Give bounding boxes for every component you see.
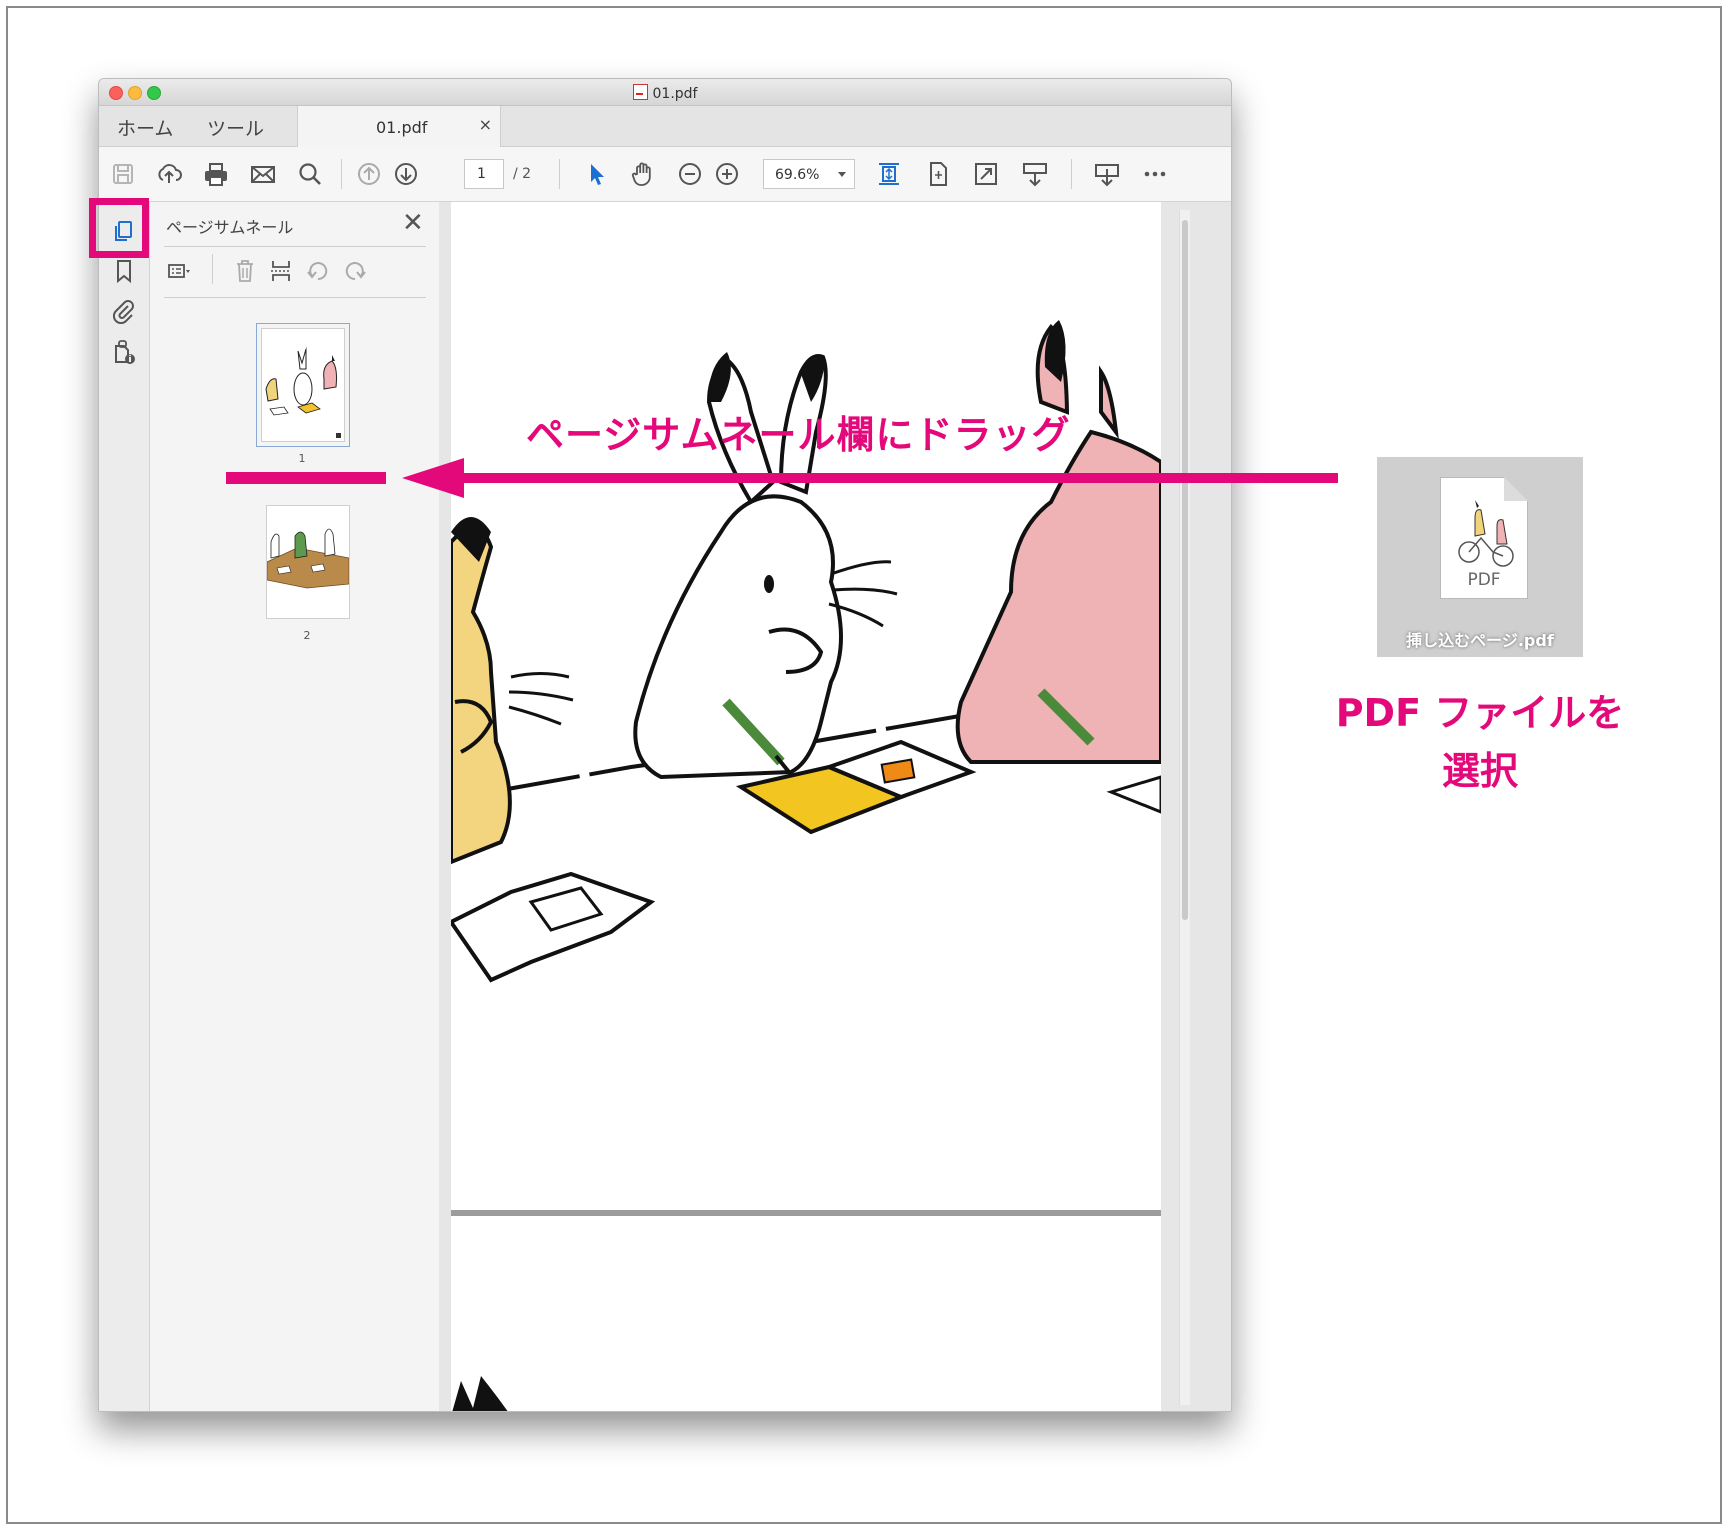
rotate-right-icon[interactable]	[342, 258, 368, 284]
page-number-input[interactable]: 1	[464, 159, 504, 189]
pdf-file-tile[interactable]: PDF 挿し込むページ.pdf	[1377, 457, 1583, 657]
acrobat-window: 01.pdf ホーム ツール 01.pdf × 1 / 2 69.6% ページサ…	[98, 78, 1232, 1412]
toolbar: 1 / 2 69.6%	[99, 147, 1231, 202]
window-title-text: 01.pdf	[652, 86, 698, 102]
next-page-icon[interactable]	[392, 160, 420, 188]
thumbnail-icon-highlight	[89, 198, 149, 258]
document-view	[451, 202, 1231, 1411]
hand-icon[interactable]	[629, 160, 657, 188]
thumbnail-options-icon[interactable]	[166, 258, 192, 284]
window-title: 01.pdf	[99, 84, 1231, 102]
save-icon[interactable]	[109, 160, 137, 188]
rotate-left-icon[interactable]	[305, 258, 331, 284]
chevron-down-icon	[838, 172, 846, 177]
close-panel-button[interactable]: ✕	[402, 210, 424, 236]
panel-splitter[interactable]	[439, 202, 451, 1411]
page-thumbnail-1[interactable]	[256, 323, 350, 447]
thumbnail-label-1: 1	[298, 452, 306, 465]
select-arrow-icon[interactable]	[583, 160, 611, 188]
navigation-rail	[99, 202, 150, 1411]
zoom-value: 69.6%	[775, 167, 820, 183]
mail-icon[interactable]	[249, 160, 277, 188]
page-thumbnail-2[interactable]	[266, 505, 350, 619]
insert-page-icon[interactable]	[268, 258, 294, 284]
panel-title: ページサムネール	[166, 218, 294, 237]
bookmark-icon[interactable]	[111, 258, 137, 284]
pdf-file-document-icon: PDF	[1440, 477, 1528, 599]
attachment-icon[interactable]	[111, 298, 137, 325]
tab-document[interactable]: 01.pdf ×	[297, 106, 501, 147]
scroll-mode-icon[interactable]	[1021, 160, 1049, 188]
select-instruction-line2: 選択	[1441, 749, 1518, 793]
file-type-label: PDF	[1467, 570, 1501, 590]
document-page-2	[451, 1216, 1161, 1411]
tab-document-label: 01.pdf	[376, 118, 428, 137]
tab-bar: ホーム ツール 01.pdf ×	[99, 106, 1231, 147]
search-icon[interactable]	[296, 160, 324, 188]
page-illustration	[451, 320, 1161, 983]
zoom-out-icon[interactable]	[676, 160, 704, 188]
document-page-1	[451, 202, 1161, 1210]
fit-page-icon[interactable]	[875, 160, 903, 188]
thumbnail-label-2: 2	[303, 629, 311, 642]
zoom-select[interactable]: 69.6%	[763, 159, 855, 189]
pdf-file-icon	[632, 84, 648, 100]
zoom-in-icon[interactable]	[713, 160, 741, 188]
page-total: / 2	[513, 166, 532, 182]
upload-icon[interactable]	[155, 160, 183, 188]
vertical-scrollbar[interactable]	[1179, 210, 1190, 1405]
tab-home[interactable]: ホーム	[117, 114, 173, 141]
title-bar: 01.pdf	[99, 79, 1231, 106]
thumbnail-panel: ページサムネール ✕ 1 2	[150, 202, 440, 1411]
more-icon[interactable]	[1141, 160, 1169, 188]
file-name-label: 挿し込むページ.pdf	[1406, 631, 1554, 650]
close-tab-button[interactable]: ×	[479, 115, 492, 134]
delete-page-icon[interactable]	[232, 258, 258, 284]
select-instruction-line1: PDF ファイルを	[1335, 691, 1625, 735]
fullscreen-icon[interactable]	[972, 160, 1000, 188]
rotate-page-icon[interactable]	[924, 160, 952, 188]
print-icon[interactable]	[202, 160, 230, 188]
drag-instruction: ページサムネール欄にドラッグ	[526, 413, 1071, 457]
share-icon[interactable]	[1093, 160, 1121, 188]
scrollbar-thumb[interactable]	[1182, 220, 1188, 920]
drag-arrow	[440, 473, 1338, 483]
tab-tools[interactable]: ツール	[207, 114, 264, 141]
drop-position-marker	[226, 472, 386, 484]
prev-page-icon[interactable]	[355, 160, 383, 188]
security-info-icon[interactable]	[111, 340, 137, 366]
select-instruction: PDF ファイルを 選択	[1300, 684, 1660, 800]
